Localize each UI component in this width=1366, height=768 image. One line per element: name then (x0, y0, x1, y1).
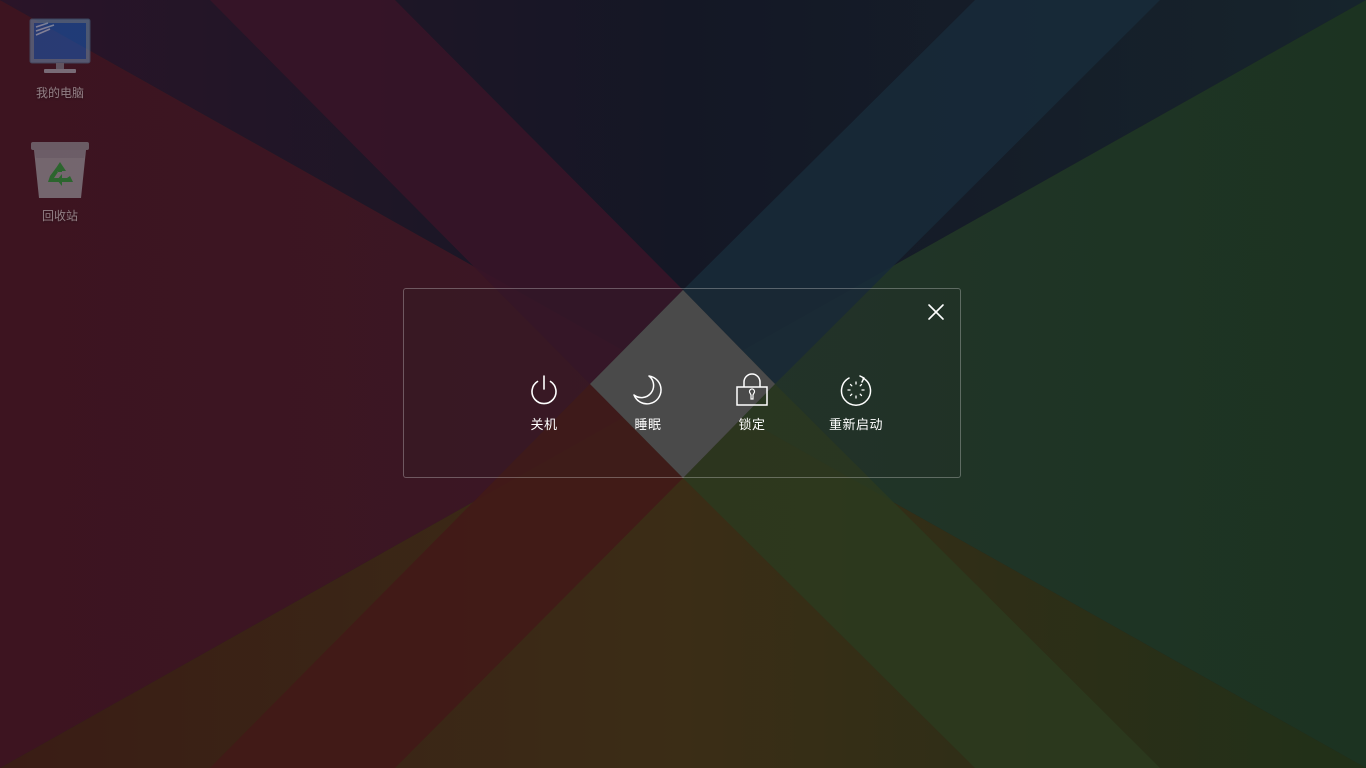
desktop-icon-label: 回收站 (41, 209, 78, 223)
close-icon (928, 304, 944, 320)
restart-button[interactable]: 重新启动 (804, 373, 908, 433)
shutdown-button[interactable]: 关机 (492, 373, 596, 433)
sleep-label: 睡眠 (634, 418, 662, 433)
desktop-icon-recycle-bin[interactable]: 回收站 (15, 137, 105, 224)
sleep-button[interactable]: 睡眠 (596, 373, 700, 433)
desktop-icon-label: 我的电脑 (35, 86, 84, 100)
close-button[interactable] (926, 302, 946, 322)
moon-icon (633, 375, 662, 405)
lock-icon (736, 373, 768, 406)
restart-label: 重新启动 (828, 418, 883, 433)
recycle-bin-icon (27, 137, 93, 203)
power-icon (531, 375, 557, 405)
desktop: 我的电脑 回收站 关机 睡眠 锁定 重新启动 (0, 0, 1366, 768)
restart-icon (840, 375, 872, 406)
power-actions: 关机 睡眠 锁定 重新启动 (492, 373, 908, 433)
shutdown-label: 关机 (530, 418, 558, 433)
power-options-dialog: 关机 睡眠 锁定 重新启动 (403, 288, 961, 478)
lock-label: 锁定 (738, 418, 766, 433)
lock-button[interactable]: 锁定 (700, 373, 804, 433)
computer-icon (27, 14, 93, 80)
desktop-icon-my-computer[interactable]: 我的电脑 (15, 14, 105, 101)
